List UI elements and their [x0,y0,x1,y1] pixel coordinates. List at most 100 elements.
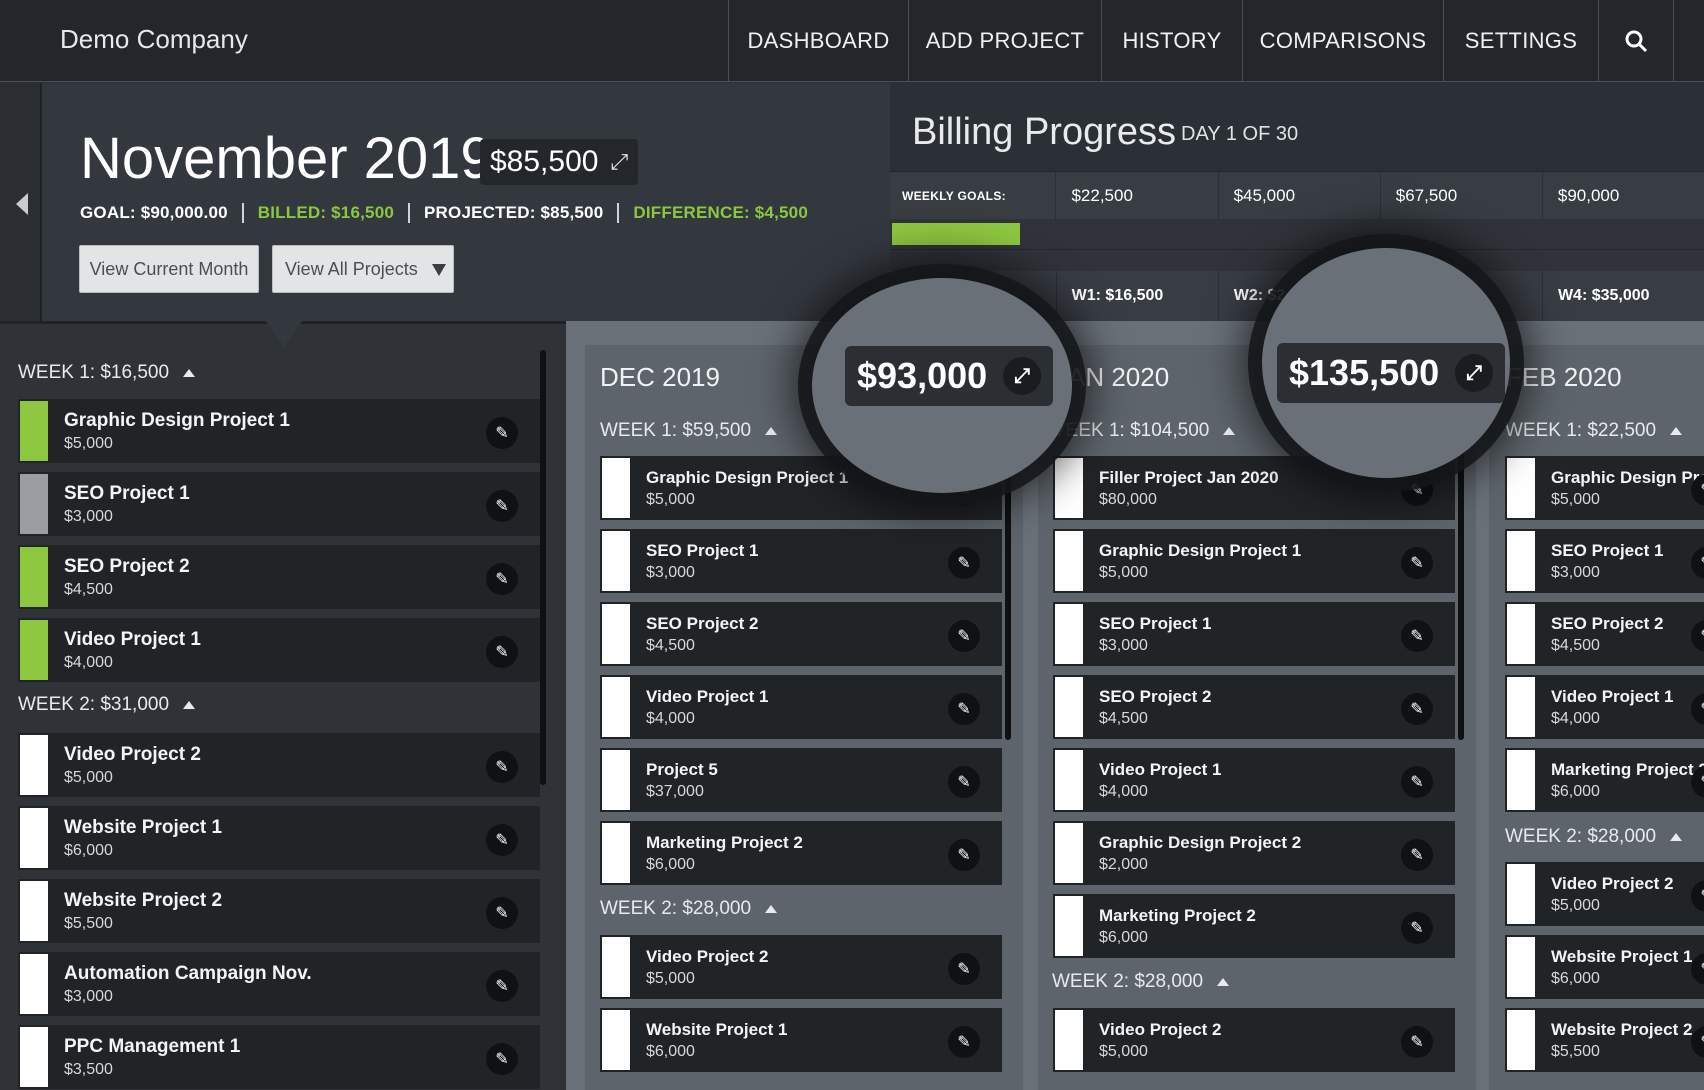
project-card[interactable]: Website Project 1 $6,000 ✎ [18,806,540,870]
edit-button[interactable]: ✎ [486,490,518,522]
status-swatch [1053,1008,1085,1072]
edit-button[interactable]: ✎ [486,563,518,595]
edit-button[interactable]: ✎ [1691,953,1704,985]
edit-button[interactable]: ✎ [486,636,518,668]
week-1-header[interactable]: WEEK 1: $16,500 [18,362,196,384]
pencil-icon: ✎ [495,759,509,776]
project-card[interactable]: Website Project 1 $6,000 ✎ [600,1008,1002,1072]
project-card[interactable]: Automation Campaign Nov. $3,000 ✎ [18,952,540,1016]
project-name: Graphic Design Project 1 [64,409,290,431]
edit-button[interactable]: ✎ [1401,693,1433,725]
edit-button[interactable]: ✎ [486,970,518,1002]
project-card[interactable]: Website Project 2 $5,500 ✎ [18,879,540,943]
project-card[interactable]: Video Project 2 $5,000 ✎ [1505,862,1704,926]
feb-week-2-header[interactable]: WEEK 2: $28,000 [1505,826,1683,848]
nav-comparisons[interactable]: COMPARISONS [1242,0,1443,82]
project-card[interactable]: Graphic Design Project 1 $5,000 ✎ [1053,529,1455,593]
goal-week-1: $22,500 [1055,171,1217,220]
expand-icon[interactable]: ⤢ [1003,357,1042,395]
edit-button[interactable]: ✎ [1691,620,1704,652]
dec-week-1-header[interactable]: WEEK 1: $59,500 [600,420,778,442]
edit-button[interactable]: ✎ [486,751,518,783]
expand-icon[interactable]: ⤢ [610,149,628,175]
jan-week-1-header[interactable]: VEEK 1: $104,500 [1053,420,1236,442]
edit-button[interactable]: ✎ [948,839,980,871]
project-card[interactable]: SEO Project 2 $4,500 ✎ [1053,675,1455,739]
status-swatch [1505,862,1537,926]
project-card[interactable]: SEO Project 1 $3,000 ✎ [1505,529,1704,593]
project-card[interactable]: Video Project 1 $4,000 ✎ [600,675,1002,739]
nav-settings[interactable]: SETTINGS [1443,0,1598,82]
edit-button[interactable]: ✎ [948,953,980,985]
edit-button[interactable]: ✎ [486,824,518,856]
project-card[interactable]: Project 5 $37,000 ✎ [600,748,1002,812]
status-swatch [18,399,50,463]
project-card[interactable]: SEO Project 2 $4,500 ✎ [18,545,540,609]
nav-history[interactable]: HISTORY [1101,0,1242,82]
edit-button[interactable]: ✎ [948,547,980,579]
project-card[interactable]: Video Project 1 $4,000 ✎ [1505,675,1704,739]
project-card[interactable]: Video Project 1 $4,000 ✎ [18,618,540,682]
jan-week-2-label: WEEK 2: $28,000 [1052,971,1204,992]
edit-button[interactable]: ✎ [948,693,980,725]
project-card[interactable]: SEO Project 1 $3,000 ✎ [600,529,1002,593]
project-card[interactable]: Video Project 2 $5,000 ✎ [600,935,1002,999]
edit-button[interactable]: ✎ [1691,1026,1704,1058]
magnifier-dec: $93,000 ⤢ [812,278,1072,493]
week-2-header[interactable]: WEEK 2: $31,000 [18,694,196,716]
nav-dashboard[interactable]: DASHBOARD [728,0,908,82]
brand-name[interactable]: Demo Company [60,24,248,55]
dec-week-2-header[interactable]: WEEK 2: $28,000 [600,898,778,920]
view-current-month-button[interactable]: View Current Month [79,245,259,293]
edit-button[interactable]: ✎ [1691,880,1704,912]
project-text: SEO Project 2 $4,500 [1551,614,1663,655]
project-card[interactable]: Website Project 2 $5,500 ✎ [1505,1008,1704,1072]
edit-button[interactable]: ✎ [486,1043,518,1075]
view-all-projects-select[interactable]: View All Projects [272,245,454,293]
project-card[interactable]: Video Project 1 $4,000 ✎ [1053,748,1455,812]
project-card[interactable]: SEO Project 2 $4,500 ✎ [600,602,1002,666]
project-amount: $4,500 [1099,709,1148,727]
edit-button[interactable]: ✎ [948,766,980,798]
pencil-icon: ✎ [1700,1032,1704,1052]
edit-button[interactable]: ✎ [1401,766,1433,798]
pencil-icon: ✎ [1410,774,1424,791]
scrollbar[interactable] [540,350,546,785]
goal-week-4: $90,000 [1541,171,1704,220]
edit-button[interactable]: ✎ [486,897,518,929]
edit-button[interactable]: ✎ [1691,547,1704,579]
edit-button[interactable]: ✎ [948,620,980,652]
project-card[interactable]: PPC Management 1 $3,500 ✎ [18,1025,540,1089]
jan-week-2-header[interactable]: WEEK 2: $28,000 [1052,971,1230,993]
status-swatch [600,675,632,739]
project-card[interactable]: Website Project 1 $6,000 ✎ [1505,935,1704,999]
project-card[interactable]: Graphic Design Proj $5,000 ✎ [1505,456,1704,520]
project-card[interactable]: SEO Project 2 $4,500 ✎ [1505,602,1704,666]
project-card[interactable]: Graphic Design Project 1 $5,000 ✎ [18,399,540,463]
edit-button[interactable]: ✎ [486,417,518,449]
header-pointer [266,321,302,347]
edit-button[interactable]: ✎ [1401,1026,1433,1058]
jan-scrollbar[interactable] [1458,420,1464,740]
project-card[interactable]: Marketing Project 2 $6,000 ✎ [600,821,1002,885]
nav-add-project[interactable]: ADD PROJECT [908,0,1101,82]
expand-icon[interactable]: ⤢ [1455,354,1494,392]
edit-button[interactable]: ✎ [1691,693,1704,725]
project-card[interactable]: Graphic Design Project 2 $2,000 ✎ [1053,821,1455,885]
edit-button[interactable]: ✎ [1401,912,1433,944]
edit-button[interactable]: ✎ [1401,839,1433,871]
previous-month-button[interactable] [0,83,42,321]
search-button[interactable] [1598,0,1674,82]
project-card[interactable]: SEO Project 1 $3,000 ✎ [1053,602,1455,666]
project-card[interactable]: Video Project 2 $5,000 ✎ [18,733,540,797]
edit-button[interactable]: ✎ [948,1026,980,1058]
edit-button[interactable]: ✎ [1401,474,1433,506]
project-card[interactable]: Video Project 2 $5,000 ✎ [1053,1008,1455,1072]
project-card[interactable]: Marketing Project 2 $6,000 ✎ [1053,894,1455,958]
project-card[interactable]: SEO Project 1 $3,000 ✎ [18,472,540,536]
edit-button[interactable]: ✎ [1401,620,1433,652]
view-all-projects-label: View All Projects [285,258,418,279]
feb-week-1-header[interactable]: WEEK 1: $22,500 [1505,420,1683,442]
edit-button[interactable]: ✎ [1401,547,1433,579]
project-card[interactable]: Marketing Project 2 $6,000 ✎ [1505,748,1704,812]
